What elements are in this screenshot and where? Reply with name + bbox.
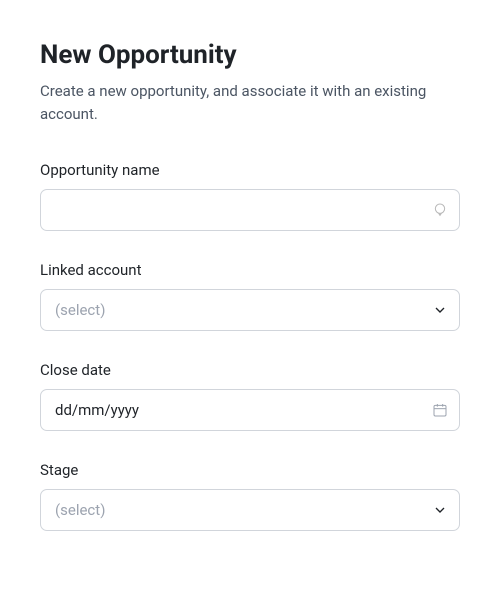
stage-placeholder: (select) — [55, 501, 105, 519]
stage-select[interactable]: (select) — [40, 489, 460, 531]
linked-account-placeholder: (select) — [55, 301, 105, 319]
close-date-input-wrapper: dd/mm/yyyy — [40, 389, 460, 431]
close-date-label: Close date — [40, 361, 460, 379]
page-subtitle: Create a new opportunity, and associate … — [40, 80, 460, 125]
field-linked-account: Linked account (select) — [40, 261, 460, 331]
page-title: New Opportunity — [40, 40, 460, 70]
stage-label: Stage — [40, 461, 460, 479]
opportunity-name-label: Opportunity name — [40, 161, 460, 179]
field-opportunity-name: Opportunity name — [40, 161, 460, 231]
close-date-placeholder: dd/mm/yyyy — [55, 401, 139, 419]
linked-account-label: Linked account — [40, 261, 460, 279]
opportunity-name-input-wrapper — [40, 189, 460, 231]
close-date-input[interactable]: dd/mm/yyyy — [40, 389, 460, 431]
field-close-date: Close date dd/mm/yyyy — [40, 361, 460, 431]
opportunity-name-input[interactable] — [40, 189, 460, 231]
linked-account-select[interactable]: (select) — [40, 289, 460, 331]
stage-select-wrapper: (select) — [40, 489, 460, 531]
field-stage: Stage (select) — [40, 461, 460, 531]
linked-account-select-wrapper: (select) — [40, 289, 460, 331]
